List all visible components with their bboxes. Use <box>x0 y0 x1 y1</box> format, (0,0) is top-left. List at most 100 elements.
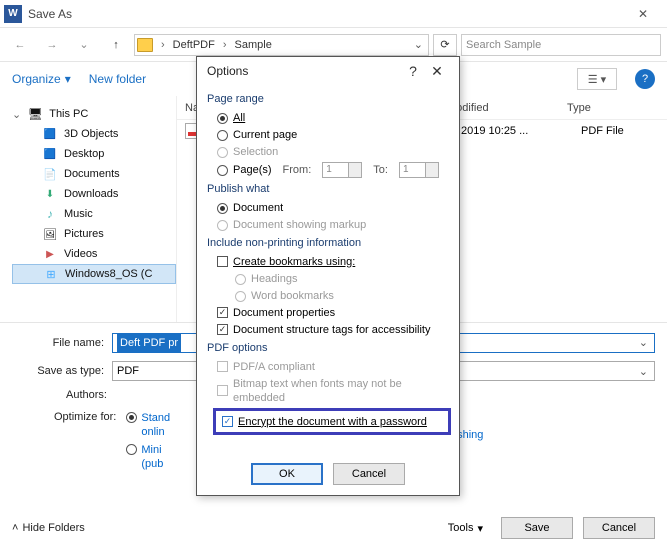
radio-off-icon <box>235 291 246 302</box>
sidebar-label: Pictures <box>64 228 104 240</box>
view-mode-button[interactable]: ☰ ▾ <box>577 68 617 90</box>
checkbox-icon <box>217 256 228 267</box>
downloads-icon <box>42 187 58 201</box>
optimize-min-label-a: Mini <box>141 444 161 456</box>
optimize-standard-radio[interactable]: Standonlin <box>126 411 170 439</box>
desktop-icon <box>42 147 58 161</box>
radio-on-icon <box>217 203 228 214</box>
sidebar-item-downloads[interactable]: Downloads <box>16 184 176 204</box>
save-button[interactable]: Save <box>501 517 573 539</box>
dialog-cancel-button[interactable]: Cancel <box>333 463 405 485</box>
radio-selection: Selection <box>207 143 449 160</box>
tools-button[interactable]: Tools▾ <box>448 522 483 535</box>
check-bitmap-text: Bitmap text when fonts may not be embedd… <box>207 375 449 406</box>
optimize-label: Optimize for: <box>54 411 116 423</box>
videos-icon <box>42 247 58 261</box>
encrypt-highlight: Encrypt the document with a password <box>213 408 451 435</box>
radio-on-icon <box>217 113 228 124</box>
check-encrypt-password[interactable]: Encrypt the document with a password <box>218 413 446 430</box>
app-word-icon: W <box>4 5 22 23</box>
radio-off-icon <box>217 147 228 158</box>
organize-button[interactable]: Organize▾ <box>12 72 71 86</box>
radio-pages[interactable]: Page(s) From: 1▴▾ To: 1▴▾ <box>207 160 449 179</box>
group-nonprint: Include non-printing information <box>207 237 449 249</box>
group-pdf-options: PDF options <box>207 342 449 354</box>
disk-icon <box>43 267 59 281</box>
hide-folders-button[interactable]: ˄ Hide Folders <box>12 522 85 534</box>
from-label: From: <box>283 163 312 177</box>
dialog-help-icon[interactable]: ? <box>401 63 425 79</box>
nav-forward-icon: → <box>38 33 66 57</box>
sidebar-item-documents[interactable]: Documents <box>16 164 176 184</box>
sidebar-label: Windows8_OS (C <box>65 268 152 280</box>
group-page-range: Page range <box>207 93 449 105</box>
ok-button[interactable]: OK <box>251 463 323 485</box>
col-modified[interactable]: modified <box>447 102 567 114</box>
options-dialog: Options ? ✕ Page range All Current page … <box>196 56 460 496</box>
search-placeholder: Search Sample <box>466 39 541 51</box>
address-dropdown-icon[interactable]: ⌄ <box>411 38 426 51</box>
group-publish: Publish what <box>207 183 449 195</box>
sidebar-item-desktop[interactable]: Desktop <box>16 144 176 164</box>
new-folder-button[interactable]: New folder <box>89 72 146 86</box>
checkbox-checked-icon <box>222 416 233 427</box>
file-modified: 2019 10:25 ... <box>461 125 581 137</box>
folder-icon <box>137 38 153 52</box>
nav-recent-icon[interactable]: ⌄ <box>70 33 98 57</box>
optimize-minimum-radio[interactable]: Mini (pub <box>126 443 170 471</box>
sidebar-label: Desktop <box>64 148 104 160</box>
optimize-min-label-b: (pub <box>141 458 163 470</box>
address-bar[interactable]: › DeftPDF › Sample ⌄ <box>134 34 429 56</box>
radio-off-icon <box>217 130 228 141</box>
sidebar-item-3d-objects[interactable]: 3D Objects <box>16 124 176 144</box>
check-bookmarks[interactable]: Create bookmarks using: <box>207 253 449 270</box>
sidebar-item-videos[interactable]: Videos <box>16 244 176 264</box>
radio-off-icon <box>217 165 228 176</box>
window-close-icon[interactable]: ✕ <box>623 0 663 28</box>
sidebar-item-music[interactable]: Music <box>16 204 176 224</box>
pictures-icon <box>42 227 58 241</box>
radio-current-page[interactable]: Current page <box>207 126 449 143</box>
to-label: To: <box>373 163 388 177</box>
sidebar: ⌄ This PC 3D Objects Desktop Documents D… <box>0 96 176 322</box>
dialog-titlebar: Options ? ✕ <box>197 57 459 85</box>
radio-all[interactable]: All <box>207 109 449 126</box>
chevron-up-icon: ˄ <box>12 522 18 534</box>
nav-back-icon[interactable]: ← <box>6 33 34 57</box>
chevron-right-icon[interactable]: › <box>157 39 169 51</box>
optimize-label-b: onlin <box>141 426 164 438</box>
chevron-right-icon[interactable]: › <box>219 39 231 51</box>
checkbox-checked-icon <box>217 324 228 335</box>
sidebar-item-pictures[interactable]: Pictures <box>16 224 176 244</box>
filename-value: Deft PDF pr <box>117 334 181 352</box>
pc-icon <box>27 107 43 121</box>
radio-markup: Document showing markup <box>207 216 449 233</box>
authors-label: Authors: <box>66 389 107 401</box>
nav-up-icon[interactable]: ↑ <box>102 33 130 57</box>
breadcrumb-1[interactable]: DeftPDF <box>173 39 215 51</box>
type-label: Save as type: <box>12 365 112 377</box>
help-icon[interactable]: ? <box>635 69 655 89</box>
checkbox-icon <box>217 385 228 396</box>
search-input[interactable]: Search Sample <box>461 34 661 56</box>
window-title: Save As <box>28 7 72 21</box>
breadcrumb-2[interactable]: Sample <box>235 39 272 51</box>
radio-on-icon <box>126 412 137 423</box>
dialog-close-icon[interactable]: ✕ <box>425 63 449 80</box>
refresh-button[interactable]: ⟳ <box>433 34 457 56</box>
check-structure-tags[interactable]: Document structure tags for accessibilit… <box>207 321 449 338</box>
sidebar-item-disk-c[interactable]: Windows8_OS (C <box>12 264 176 284</box>
sidebar-item-this-pc[interactable]: ⌄ This PC <box>16 104 176 124</box>
sidebar-label: Documents <box>64 168 120 180</box>
chevron-down-icon[interactable]: ⌄ <box>639 336 648 349</box>
col-type[interactable]: Type <box>567 102 667 114</box>
radio-document[interactable]: Document <box>207 199 449 216</box>
from-spinner: 1▴▾ <box>322 162 362 178</box>
bottom-bar: ˄ Hide Folders Tools▾ Save Cancel <box>0 506 667 550</box>
check-doc-properties[interactable]: Document properties <box>207 304 449 321</box>
cancel-button[interactable]: Cancel <box>583 517 655 539</box>
file-type: PDF File <box>581 125 667 137</box>
window-titlebar: W Save As ✕ <box>0 0 667 28</box>
radio-word-bookmarks: Word bookmarks <box>207 287 449 304</box>
radio-off-icon <box>126 444 137 455</box>
